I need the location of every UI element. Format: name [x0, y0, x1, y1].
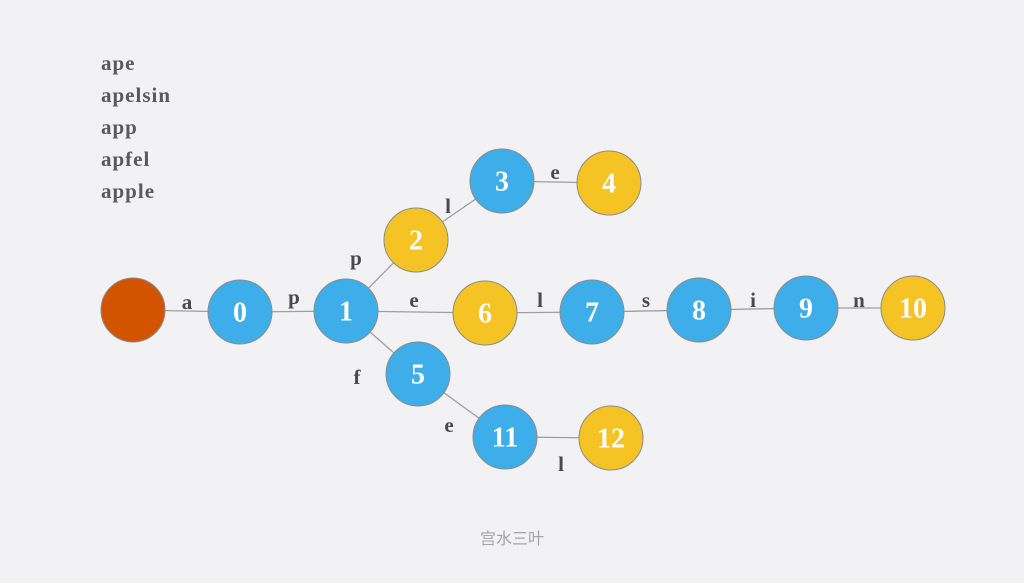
node-label: 2	[409, 226, 423, 257]
edge-label: n	[853, 288, 865, 312]
trie-node-n8: 8	[666, 277, 732, 343]
trie-node-n10: 10	[880, 275, 946, 341]
trie-node-root	[100, 277, 166, 343]
node-label: 7	[585, 298, 599, 329]
edge-label: s	[642, 288, 650, 312]
node-label: 12	[597, 424, 625, 455]
trie-node-n9: 9	[773, 275, 839, 341]
node-label: 5	[411, 360, 425, 391]
trie-node-n12: 12	[578, 405, 644, 471]
edge-label: e	[444, 413, 453, 437]
trie-node-n7: 7	[559, 279, 625, 345]
edge-label: a	[182, 290, 193, 314]
trie-node-n6: 6	[452, 280, 518, 346]
node-label: 1	[339, 297, 353, 328]
node-circle	[100, 277, 166, 343]
edge-label: p	[350, 246, 362, 270]
watermark: 宫水三叶	[479, 529, 544, 548]
edge-label: l	[537, 288, 543, 312]
trie-node-n3: 3	[469, 148, 535, 214]
edge-label: l	[445, 194, 451, 218]
node-label: 3	[495, 167, 509, 198]
edge-label: p	[288, 285, 300, 309]
nodes-layer: 0 123 456 7 8 9 1011 12	[100, 148, 946, 471]
node-label: 10	[899, 294, 927, 325]
trie-node-n1: 1	[313, 278, 379, 344]
edge-label: l	[558, 452, 564, 476]
node-label: 9	[799, 294, 813, 325]
edge-label: f	[354, 365, 362, 389]
edge-label: e	[409, 288, 418, 312]
node-label: 4	[602, 169, 616, 200]
trie-node-n11: 11	[472, 404, 538, 470]
node-label: 8	[692, 296, 706, 327]
node-label: 11	[492, 423, 518, 454]
trie-node-n2: 2	[383, 207, 449, 273]
edge-label: e	[550, 160, 559, 184]
trie-node-n5: 5	[385, 341, 451, 407]
node-label: 6	[478, 299, 492, 330]
edge-label: i	[750, 288, 756, 312]
node-label: 0	[233, 298, 247, 329]
trie-node-n0: 0	[207, 279, 273, 345]
trie-diagram: a pplee l s i nfel 0 123 456 7 8 9 1011 12	[100, 148, 946, 476]
trie-node-n4: 4	[576, 150, 642, 216]
